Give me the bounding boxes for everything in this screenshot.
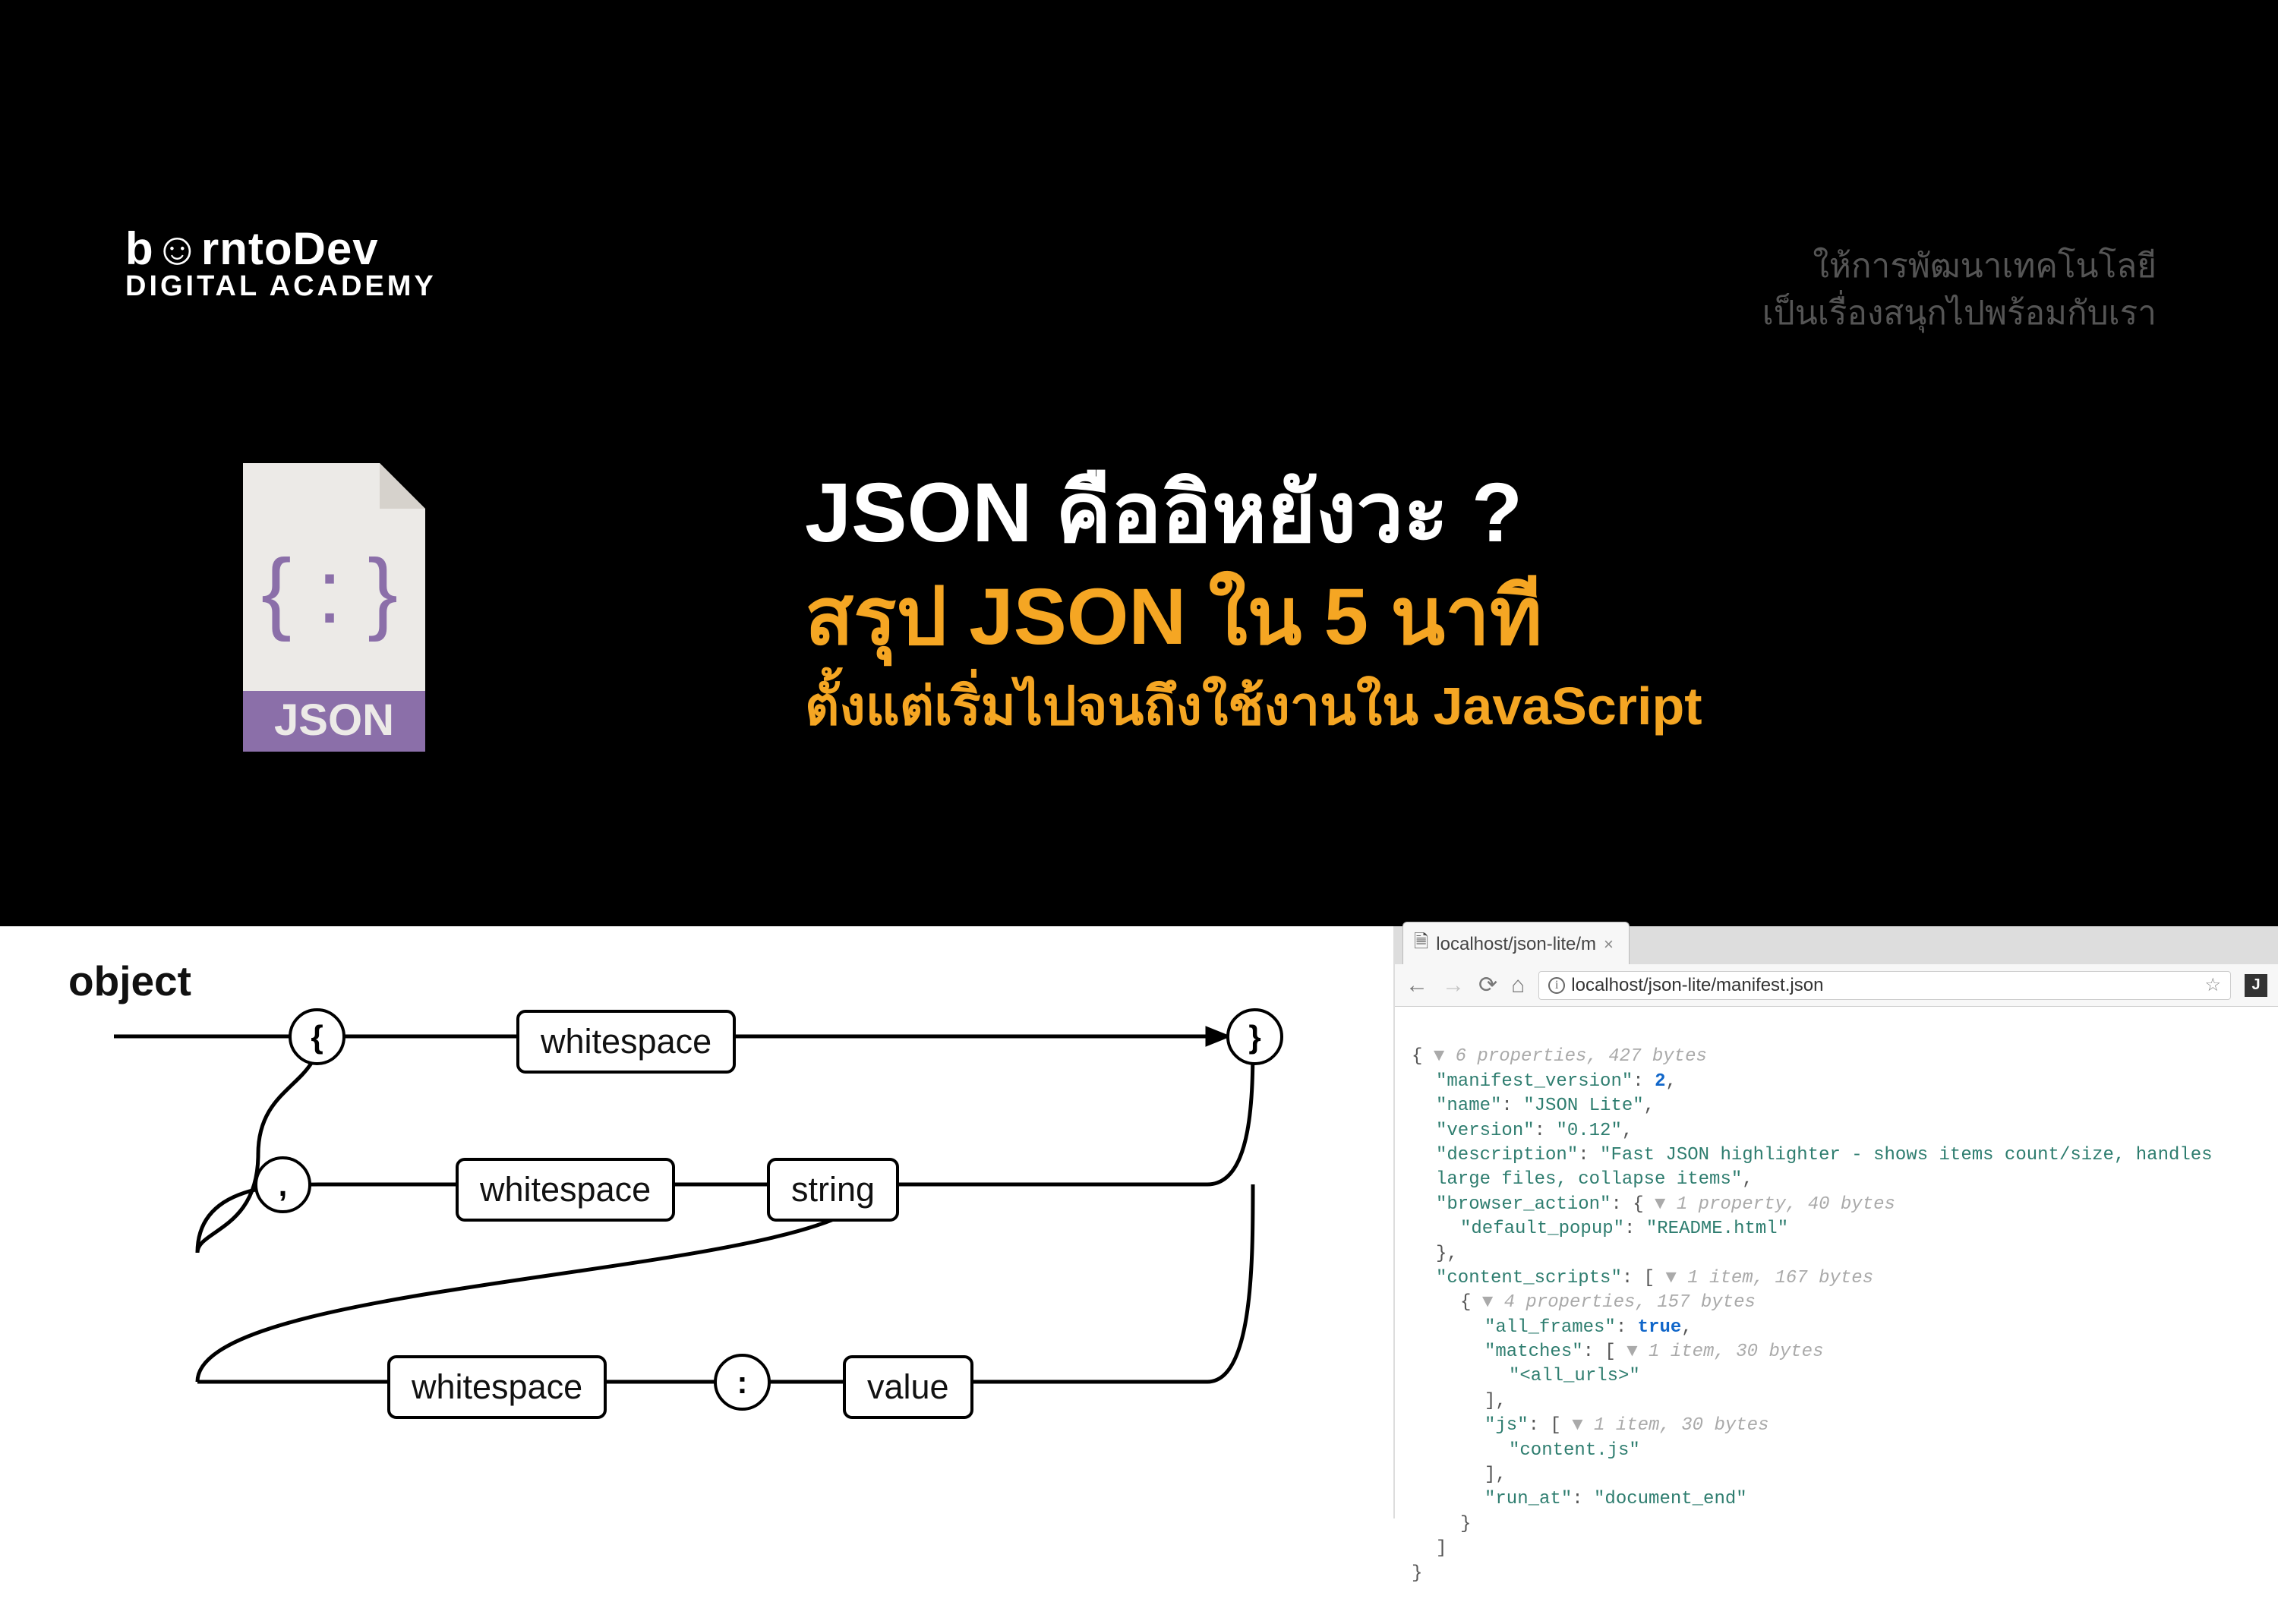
json-file-glyph: { : } — [261, 541, 398, 642]
tab-close-icon[interactable]: × — [1604, 935, 1614, 954]
tagline: ให้การพัฒนาเทคโนโลยี เป็นเรื่องสนุกไปพร้… — [1762, 243, 2157, 336]
extension-badge[interactable]: J — [2245, 974, 2267, 997]
brand-logo: b☺rntoDev DIGITAL ACADEMY — [125, 224, 437, 303]
tagline-line2: เป็นเรื่องสนุกไปพร้อมกับเรา — [1762, 290, 2157, 337]
reload-icon[interactable]: ⟳ — [1478, 972, 1497, 998]
railroad-ws1: whitespace — [516, 1010, 736, 1074]
address-bar[interactable]: i localhost/json-lite/manifest.json ☆ — [1538, 971, 2231, 1000]
title-line3: ตั้งแต่เริ่มไปจนถึงใช้งานใน JavaScript — [805, 674, 1702, 738]
railroad-string: string — [767, 1158, 899, 1222]
tab-strip: 🗎 localhost/json-lite/m × — [1395, 926, 2278, 964]
site-info-icon[interactable]: i — [1548, 977, 1565, 994]
railroad-ws2: whitespace — [456, 1158, 675, 1222]
title-line2: สรุป JSON ใน 5 นาที — [805, 569, 1702, 665]
back-icon[interactable]: ← — [1406, 973, 1428, 998]
brand-sub: DIGITAL ACADEMY — [125, 271, 437, 303]
url-text: localhost/json-lite/manifest.json — [1571, 975, 1823, 996]
browser-window: 🗎 localhost/json-lite/m × ← → ⟳ ⌂ i loca… — [1393, 926, 2278, 1518]
json-file-icon: JSON { : } — [228, 463, 440, 755]
railroad-open-brace: { — [289, 1008, 345, 1065]
home-icon[interactable]: ⌂ — [1511, 973, 1525, 998]
title-line1: JSON คืออิหยังวะ ? — [805, 463, 1702, 563]
file-icon: 🗎 — [1414, 929, 1428, 960]
browser-toolbar: ← → ⟳ ⌂ i localhost/json-lite/manifest.j… — [1395, 964, 2278, 1007]
railroad-value: value — [843, 1355, 973, 1419]
railroad-close-brace: } — [1226, 1008, 1283, 1065]
tab-title: localhost/json-lite/m — [1436, 934, 1596, 955]
title-block: JSON คืออิหยังวะ ? สรุป JSON ใน 5 นาที ต… — [805, 463, 1702, 738]
hero-banner: b☺rntoDev DIGITAL ACADEMY ให้การพัฒนาเทค… — [0, 0, 2278, 926]
bookmark-star-icon[interactable]: ☆ — [2204, 974, 2221, 996]
forward-icon[interactable]: → — [1442, 973, 1465, 998]
bottom-panel: object { whitespace } — [0, 926, 2278, 1518]
brand-name: b☺rntoDev — [125, 224, 437, 274]
railroad-comma: , — [254, 1156, 311, 1213]
tagline-line1: ให้การพัฒนาเทคโนโลยี — [1762, 243, 2157, 290]
json-preview: { ▼ 6 properties, 427 bytes "manifest_ve… — [1395, 1007, 2278, 1624]
railroad-ws3: whitespace — [387, 1355, 607, 1419]
json-file-label: JSON — [274, 695, 394, 745]
railroad-colon: : — [714, 1354, 771, 1411]
json-object-railroad-diagram: object { whitespace } — [68, 957, 1321, 1518]
browser-tab[interactable]: 🗎 localhost/json-lite/m × — [1402, 922, 1630, 964]
